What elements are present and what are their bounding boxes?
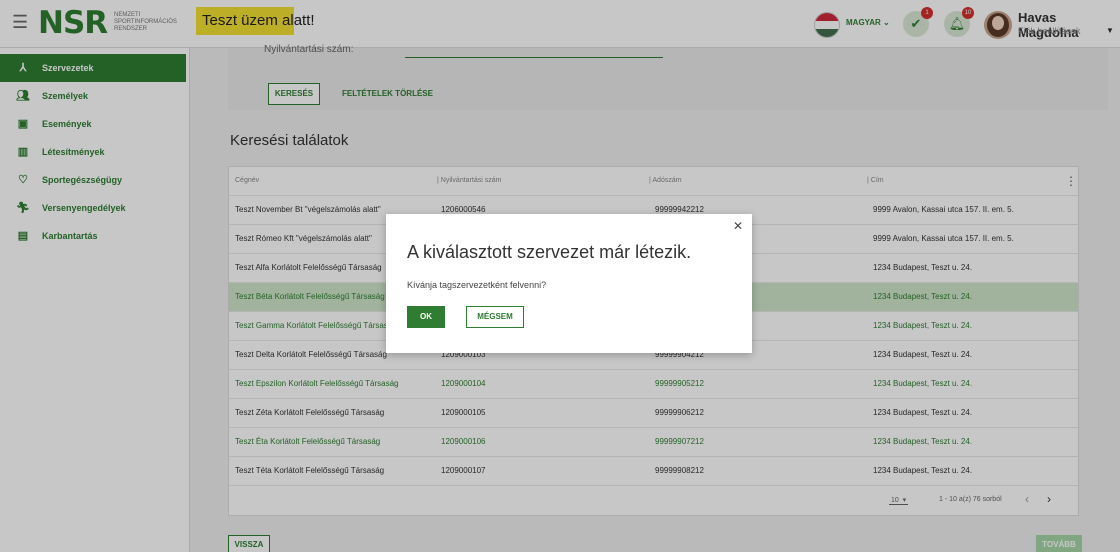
close-icon[interactable]: ✕ bbox=[733, 219, 743, 233]
confirm-dialog: ✕ A kiválasztott szervezet már létezik. … bbox=[386, 214, 752, 353]
dialog-title: A kiválasztott szervezet már létezik. bbox=[407, 242, 692, 262]
dialog-message: Kívánja tagszervezetként felvenni? bbox=[407, 280, 547, 290]
cancel-button[interactable]: MÉGSEM bbox=[466, 306, 524, 328]
ok-button[interactable]: OK bbox=[407, 306, 445, 328]
